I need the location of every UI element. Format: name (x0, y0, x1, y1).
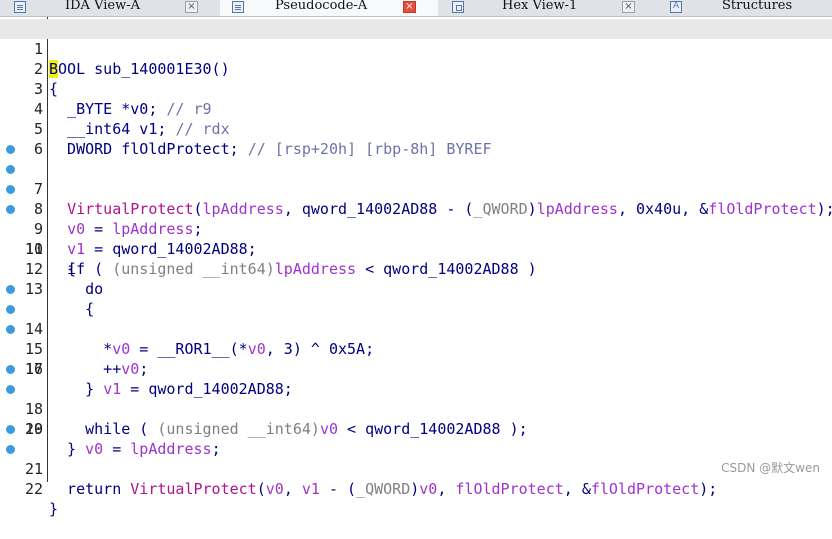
code-line-14[interactable]: 14 *v0 = __ROR1__(*v0, 3) ^ 0x5A; (0, 279, 832, 358)
code-text: , (437, 480, 456, 498)
code-text: } (49, 500, 59, 518)
variable: v1 (301, 480, 320, 498)
code-line-6[interactable]: 6 (0, 119, 832, 158)
code-line-3[interactable]: 3 _BYTE *v0; // r9 (0, 59, 832, 118)
close-icon[interactable]: × (622, 1, 635, 13)
code-text: , (283, 480, 302, 498)
code-line-20[interactable]: 20 } (0, 399, 832, 458)
variable: v0 (419, 480, 438, 498)
code-line-16[interactable]: 16 v1 = qword_14002AD88; (0, 319, 832, 398)
breakpoint-dot[interactable] (6, 205, 15, 214)
variable: flOldProtect (455, 480, 564, 498)
pseudocode-editor[interactable]: 1 BOOL sub_140001E30() 2 { 3 _BYTE *v0; … (0, 17, 832, 518)
tab-pseudocode-a[interactable]: Pseudocode-A × (220, 0, 438, 16)
breakpoint-dot[interactable] (6, 445, 15, 454)
breakpoint-dot[interactable] (6, 165, 15, 174)
code-line-8[interactable]: 8 v0 = lpAddress; (0, 159, 832, 238)
code-text: - ( (319, 480, 357, 498)
code-line-13[interactable]: 13 { (0, 259, 832, 318)
tab-label: Hex View-1 (502, 0, 578, 13)
structures-icon (670, 1, 682, 13)
breakpoint-dot[interactable] (6, 305, 15, 314)
type-cast: _QWORD (356, 480, 411, 498)
breakpoint-dot[interactable] (6, 425, 15, 434)
breakpoint-dot[interactable] (6, 145, 15, 154)
tab-hex-view-1[interactable]: Hex View-1 × (440, 0, 648, 16)
close-icon[interactable]: × (185, 1, 198, 13)
variable: flOldProtect (590, 480, 700, 498)
breakpoint-dot[interactable] (6, 185, 15, 194)
code-line-4[interactable]: 4 __int64 v1; // rdx (0, 79, 832, 138)
breakpoint-dot[interactable] (6, 385, 15, 394)
code-line-5[interactable]: 5 DWORD flOldProtect; // [rsp+20h] [rbp-… (0, 99, 832, 158)
code-text: return (49, 480, 131, 498)
tab-bar: IDA View-A × Pseudocode-A × Hex View-1 ×… (0, 0, 832, 17)
code-line-10[interactable]: 10 if ( (unsigned __int64)lpAddress < qw… (0, 199, 832, 278)
code-line-22[interactable]: 22 } (0, 439, 832, 518)
breakpoint-dot[interactable] (6, 325, 15, 334)
code-text: , & (563, 480, 591, 498)
variable: v0 (265, 480, 284, 498)
listing-icon (14, 1, 26, 13)
code-text: ); (699, 480, 718, 498)
code-text: ) (410, 480, 420, 498)
code-line-11[interactable]: 11 { (0, 219, 832, 278)
listing-icon (232, 1, 244, 13)
code-line-9[interactable]: 9 v1 = qword_14002AD88; (0, 179, 832, 258)
code-line-1[interactable]: 1 BOOL sub_140001E30() (0, 19, 832, 78)
hex-icon (452, 1, 464, 13)
line-number: 22 (24, 480, 43, 498)
tab-label: Pseudocode-A (275, 0, 368, 13)
breakpoint-dot[interactable] (6, 285, 15, 294)
code-line-19[interactable]: 19 v0 = lpAddress; (0, 379, 832, 458)
code-line-18[interactable]: 18 while ( (unsigned __int64)v0 < qword_… (0, 359, 832, 438)
code-line-21[interactable]: 21 return VirtualProtect(v0, v1 - (_QWOR… (0, 419, 832, 498)
breakpoint-dot[interactable] (6, 365, 15, 374)
code-line-17[interactable]: 17 } (0, 339, 832, 398)
tab-label: IDA View-A (65, 0, 140, 13)
tab-structures[interactable]: Structures (660, 0, 832, 16)
tab-ida-view-a[interactable]: IDA View-A × (0, 0, 218, 16)
function-name: VirtualProtect (130, 480, 257, 498)
code-line-12[interactable]: 12 do (0, 239, 832, 298)
watermark: CSDN @默文wen (721, 461, 820, 475)
close-icon[interactable]: × (403, 1, 416, 13)
code-line-2[interactable]: 2 { (0, 39, 832, 98)
code-line-7[interactable]: 7 VirtualProtect(lpAddress, qword_14002A… (0, 139, 832, 218)
code-line-15[interactable]: 15 ++v0; (0, 299, 832, 378)
code-text: ( (256, 480, 266, 498)
tab-label: Structures (722, 0, 793, 13)
